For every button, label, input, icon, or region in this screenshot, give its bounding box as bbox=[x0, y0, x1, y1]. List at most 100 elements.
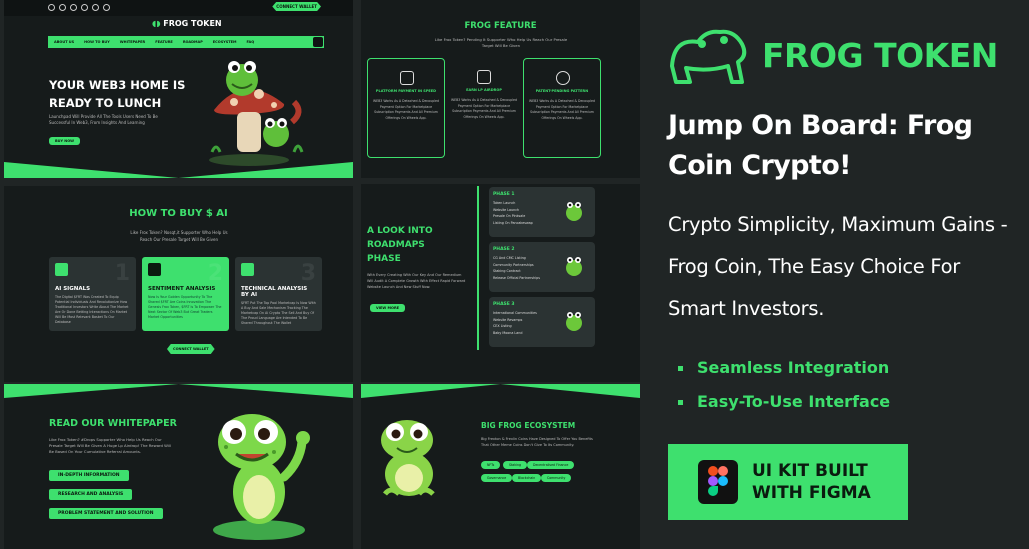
top-bar: CONNECT WALLET bbox=[4, 0, 353, 16]
nav-faq[interactable]: FAQ bbox=[247, 40, 255, 44]
tag-blockchain[interactable]: Blockchain bbox=[512, 474, 542, 482]
promo-title: Jump On Board: Frog Coin Crypto! bbox=[668, 110, 973, 181]
payment-icon bbox=[400, 71, 414, 85]
feature-card-airdrop[interactable]: EARN LP AIRDROP WEB3 Works As A Detached… bbox=[445, 58, 523, 158]
card-sentiment-analysis[interactable]: SENTIMENT ANALYSIS Now Is Your Golden Op… bbox=[142, 257, 229, 331]
feature-card-text: WEB3 Works As A Detached & Decoupled Pay… bbox=[372, 99, 440, 120]
figma-icon bbox=[698, 460, 738, 504]
sitting-frog-illustration bbox=[381, 420, 435, 496]
frog-mushroom-illustration bbox=[209, 61, 304, 166]
how-to-buy-panel: HOW TO BUY $ AI Like Frox Token? Nosqt,i… bbox=[4, 186, 353, 382]
instagram-icon[interactable] bbox=[70, 4, 77, 11]
figma-badge: UI KIT BUILT WITH FIGMA bbox=[668, 444, 908, 520]
card-title: TECHNICAL ANALYSIS BY AI bbox=[241, 286, 308, 298]
search-icon[interactable] bbox=[313, 37, 323, 47]
frog-logo-icon: ◖◗ bbox=[152, 19, 161, 28]
whitepaper-title: READ OUR WHITEPAPER bbox=[49, 418, 177, 429]
phase-title: PHASE 3 bbox=[493, 302, 515, 307]
frog-brand-logo-icon bbox=[670, 29, 747, 84]
pill-in-depth[interactable]: IN-DEPTH INFORMATION bbox=[49, 470, 129, 481]
card-text: $FRT Put The Top Pool Marketcap Is Now W… bbox=[241, 301, 316, 325]
waving-frog-illustration bbox=[213, 414, 310, 540]
whitepaper-panel: READ OUR WHITEPAPER Like Frox Token? #Dr… bbox=[4, 384, 353, 549]
card-text: The Digital $FRT Was Created To Equip Po… bbox=[55, 295, 129, 324]
phase-title: PHASE 2 bbox=[493, 247, 515, 252]
telegram-icon[interactable] bbox=[103, 4, 110, 11]
youtube-icon[interactable] bbox=[92, 4, 99, 11]
feature-card-title: EARN LP AIRDROP bbox=[466, 88, 502, 92]
card-title: AI SIGNALS bbox=[55, 286, 91, 292]
hero-title: YOUR WEB3 HOME IS READY TO LUNCH bbox=[49, 78, 186, 110]
feature-card-payment[interactable]: PLATFORM PAYMENT IN SPEED WEB3 Works As … bbox=[367, 58, 445, 158]
facebook-icon[interactable] bbox=[48, 4, 55, 11]
phase-card-1[interactable]: PHASE 1 Token Launch Website Launch Pres… bbox=[489, 187, 595, 237]
tag-staking[interactable]: Staking bbox=[503, 461, 528, 469]
nav-roadmap[interactable]: ROADMAP bbox=[183, 40, 203, 44]
how-to-buy-title: HOW TO BUY $ AI bbox=[4, 208, 353, 219]
bullet-dot bbox=[678, 400, 683, 405]
feature-card-patent[interactable]: PATENT-PENDING PATTERN WEB3 Works As A D… bbox=[523, 58, 601, 158]
nav-ecosystem[interactable]: ECOSYSTEM bbox=[213, 40, 237, 44]
promo-canvas: CONNECT WALLET ◖◗ FROG TOKEN ABOUT US HO… bbox=[0, 0, 1029, 549]
main-nav: ABOUT US HOW TO BUY WHITEPAPER FEATURE R… bbox=[48, 36, 324, 48]
card-number: 3 bbox=[300, 261, 316, 286]
pill-problem[interactable]: PROBLEM STATEMENT AND SOLUTION bbox=[49, 508, 163, 519]
ecosystem-panel: BIG FROG ECOSYSTEM Big Frexton & Frexlin… bbox=[361, 384, 640, 549]
site-logo[interactable]: ◖◗ FROG TOKEN bbox=[152, 19, 222, 28]
bullet-text: Seamless Integration bbox=[697, 358, 890, 377]
feature-card-text: WEB3 Works As A Detached & Decoupled Pay… bbox=[528, 99, 596, 120]
tag-defi[interactable]: Decentralised Finance bbox=[527, 461, 575, 469]
chart-icon bbox=[148, 263, 161, 276]
timeline-line bbox=[477, 186, 479, 350]
linkedin-icon[interactable] bbox=[81, 4, 88, 11]
tag-community[interactable]: Community bbox=[541, 474, 572, 482]
promo-subtitle: Crypto Simplicity, Maximum Gains - Frog … bbox=[668, 213, 1008, 320]
feature-panel: FROG FEATURE Like Frox Token? Pending It… bbox=[361, 0, 640, 178]
bullet-item: Seamless Integration bbox=[678, 358, 889, 377]
frog-icon bbox=[566, 257, 582, 276]
nav-how-to-buy[interactable]: HOW TO BUY bbox=[84, 40, 110, 44]
nav-feature[interactable]: FEATURE bbox=[155, 40, 173, 44]
card-ai-signals[interactable]: AI SIGNALS The Digital $FRT Was Created … bbox=[49, 257, 136, 331]
brand-name: FROG TOKEN bbox=[762, 36, 998, 75]
bullet-dot bbox=[678, 366, 683, 371]
view-more-button[interactable]: VIEW MORE bbox=[370, 304, 406, 312]
feature-title: FROG FEATURE bbox=[361, 21, 640, 31]
feature-card-title: PATENT-PENDING PATTERN bbox=[535, 89, 589, 93]
signal-icon bbox=[55, 263, 68, 276]
section-divider bbox=[361, 384, 640, 398]
tag-nfts[interactable]: NFTs bbox=[481, 461, 501, 469]
feature-card-title: PLATFORM PAYMENT IN SPEED bbox=[375, 89, 437, 93]
card-title: SENTIMENT ANALYSIS bbox=[148, 286, 216, 292]
tag-governance[interactable]: Governance bbox=[481, 474, 513, 482]
twitter-icon[interactable] bbox=[59, 4, 66, 11]
how-to-buy-desc: Like Frox Token? Nosqt,it Supporter Who … bbox=[130, 230, 228, 242]
how-to-buy-title-text: HOW TO BUY $ AI bbox=[129, 208, 228, 219]
analysis-icon bbox=[241, 263, 254, 276]
card-number: 2 bbox=[207, 261, 223, 286]
roadmap-title: A LOOK INTO ROADMAPS PHASE bbox=[367, 226, 433, 264]
ecosystem-title: BIG FROG ECOSYSTEM bbox=[481, 421, 575, 430]
card-number: 1 bbox=[114, 261, 130, 286]
whitepaper-title-text: READ OUR WHITEPAPER bbox=[49, 418, 177, 429]
nav-about[interactable]: ABOUT US bbox=[54, 40, 74, 44]
feature-card-text: WEB3 Works As A Detached & Decoupled Pay… bbox=[450, 98, 518, 119]
connect-wallet-button-2[interactable]: CONNECT WALLET bbox=[167, 344, 215, 354]
card-text: Now Is Your Golden Opportunity To The Sh… bbox=[148, 295, 222, 319]
figma-badge-text: UI KIT BUILT WITH FIGMA bbox=[752, 461, 871, 503]
phase-card-2[interactable]: PHASE 2 CG And CMC Listing Community Par… bbox=[489, 242, 595, 292]
card-technical-analysis[interactable]: TECHNICAL ANALYSIS BY AI $FRT Put The To… bbox=[235, 257, 322, 331]
bullet-text: Easy-To-Use Interface bbox=[697, 392, 891, 411]
money-bag-icon bbox=[477, 70, 491, 84]
roadmap-desc: With Every Creating With Our Key And Our… bbox=[367, 273, 466, 289]
feature-title-text: FROG FEATURE bbox=[464, 21, 537, 31]
connect-wallet-button[interactable]: CONNECT WALLET bbox=[272, 2, 321, 11]
ecosystem-title-text: BIG FROG ECOSYSTEM bbox=[481, 421, 576, 430]
buy-now-button[interactable]: BUY NOW bbox=[49, 137, 81, 145]
roadmap-panel: A LOOK INTO ROADMAPS PHASE With Every Cr… bbox=[361, 184, 640, 382]
phase-card-3[interactable]: PHASE 3 International Communities Websit… bbox=[489, 297, 595, 347]
frog-icon bbox=[566, 202, 582, 221]
logo-text: FROG TOKEN bbox=[163, 19, 222, 28]
pill-research[interactable]: RESEARCH AND ANALYSIS bbox=[49, 489, 133, 500]
nav-whitepaper[interactable]: WHITEPAPER bbox=[120, 40, 145, 44]
